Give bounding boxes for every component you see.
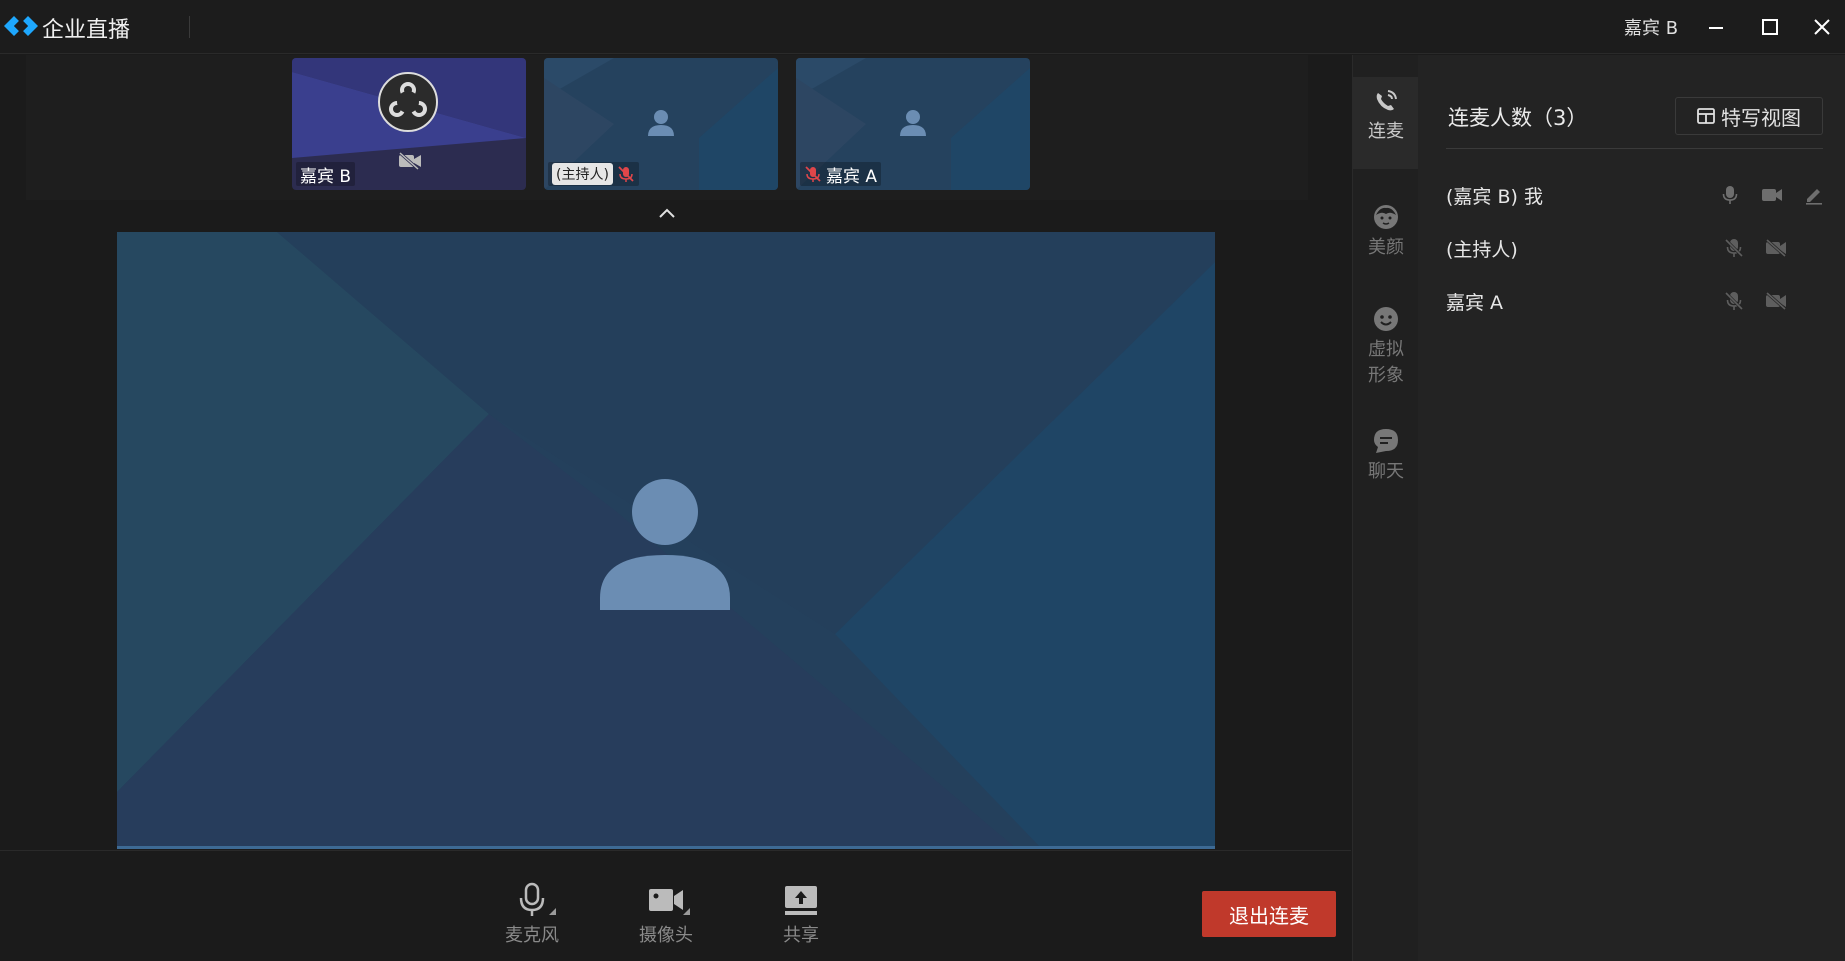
mic-muted-icon xyxy=(805,166,821,182)
co-stream-panel: 连麦人数（3） 特写视图 (嘉宾 B) 我 (主持人) 嘉宾 A xyxy=(1418,55,1845,961)
thumbnail-label: 嘉宾 A xyxy=(800,162,882,187)
thumbnail-strip: 嘉宾 B (主持人) 嘉宾 A xyxy=(26,55,1308,200)
avatar-placeholder-icon xyxy=(600,479,730,610)
microphone-button[interactable]: 麦克风 xyxy=(487,881,577,951)
collapse-strip-chevron-up-icon[interactable] xyxy=(656,205,678,221)
layout-grid-icon xyxy=(1697,108,1715,124)
main-video-view[interactable] xyxy=(117,232,1215,849)
close-button[interactable] xyxy=(1804,10,1840,44)
tab-label: 聊天 xyxy=(1368,461,1404,482)
microphone-icon xyxy=(519,882,545,916)
tab-co-stream[interactable]: 连麦 xyxy=(1353,77,1419,169)
share-screen-icon xyxy=(785,886,817,915)
mic-off-icon[interactable] xyxy=(1722,236,1746,260)
host-tag: (主持人) xyxy=(552,163,613,185)
chat-bubble-icon xyxy=(1374,429,1398,453)
feature-view-button[interactable]: 特写视图 xyxy=(1675,97,1823,135)
video-bottom-border xyxy=(117,846,1215,849)
main-area: 嘉宾 B (主持人) 嘉宾 A xyxy=(0,55,1351,850)
feature-view-label: 特写视图 xyxy=(1721,105,1801,130)
mic-muted-icon xyxy=(618,166,634,182)
side-tab-rail: 连麦 美颜 虚拟 形象 聊天 xyxy=(1352,55,1419,961)
video-thumbnail-guest-b[interactable]: 嘉宾 B xyxy=(292,58,526,190)
smiley-icon xyxy=(1374,307,1398,331)
camera-button[interactable]: 摄像头 xyxy=(621,881,711,951)
minimize-icon xyxy=(1709,27,1723,29)
thumbnail-label: (主持人) xyxy=(548,162,639,186)
tab-label: 连麦 xyxy=(1368,121,1404,142)
app-title: 企业直播 xyxy=(42,18,131,43)
face-beauty-icon xyxy=(1374,205,1398,229)
microphone-label: 麦克风 xyxy=(505,925,559,946)
minimize-button[interactable] xyxy=(1698,10,1734,44)
tab-chat[interactable]: 聊天 xyxy=(1353,427,1419,497)
app-logo-icon xyxy=(4,16,38,36)
member-name: 嘉宾 A xyxy=(1446,291,1504,314)
edit-pencil-icon[interactable] xyxy=(1802,183,1826,207)
tab-label: 美颜 xyxy=(1368,237,1404,258)
camera-off-icon[interactable] xyxy=(1764,289,1788,313)
avatar-placeholder-icon xyxy=(648,110,674,136)
video-thumbnail-host[interactable]: (主持人) xyxy=(544,58,778,190)
title-bar: 企业直播 嘉宾 B xyxy=(0,0,1845,54)
member-row[interactable]: (主持人) xyxy=(1446,228,1826,268)
phone-wave-icon xyxy=(1376,90,1397,111)
share-label: 共享 xyxy=(783,925,819,946)
close-icon xyxy=(1814,19,1830,35)
member-name: (嘉宾 B) 我 xyxy=(1446,185,1543,208)
avatar-placeholder-icon xyxy=(900,110,926,136)
obs-logo-icon xyxy=(378,72,438,132)
leave-co-stream-button[interactable]: 退出连麦 xyxy=(1202,891,1336,937)
camera-off-icon[interactable] xyxy=(1764,236,1788,260)
participant-name: 嘉宾 B xyxy=(300,166,352,187)
member-name: (主持人) xyxy=(1446,238,1518,261)
tab-beauty[interactable]: 美颜 xyxy=(1353,203,1419,273)
control-bar: 麦克风 摄像头 共享 退出连麦 xyxy=(0,850,1351,961)
mic-on-icon[interactable] xyxy=(1718,183,1742,207)
video-camera-icon xyxy=(649,889,683,911)
camera-label: 摄像头 xyxy=(639,925,693,946)
current-user-name: 嘉宾 B xyxy=(1624,18,1679,39)
title-divider xyxy=(189,16,190,38)
maximize-icon xyxy=(1762,19,1778,35)
tab-virtual-avatar[interactable]: 虚拟 形象 xyxy=(1353,305,1419,405)
tab-label: 虚拟 形象 xyxy=(1368,339,1404,386)
participant-count-title: 连麦人数（3） xyxy=(1448,106,1588,130)
maximize-button[interactable] xyxy=(1752,10,1788,44)
thumbnail-label: 嘉宾 B xyxy=(296,162,356,187)
panel-divider xyxy=(1446,148,1823,149)
share-button[interactable]: 共享 xyxy=(756,881,846,951)
member-row[interactable]: 嘉宾 A xyxy=(1446,281,1826,321)
camera-on-icon[interactable] xyxy=(1760,183,1784,207)
camera-options-caret-icon[interactable] xyxy=(683,908,690,915)
video-thumbnail-guest-a[interactable]: 嘉宾 A xyxy=(796,58,1030,190)
member-row[interactable]: (嘉宾 B) 我 xyxy=(1446,175,1826,215)
camera-off-icon xyxy=(399,152,421,170)
mic-off-icon[interactable] xyxy=(1722,289,1746,313)
participant-name: 嘉宾 A xyxy=(826,166,878,187)
mic-options-caret-icon[interactable] xyxy=(549,908,556,915)
